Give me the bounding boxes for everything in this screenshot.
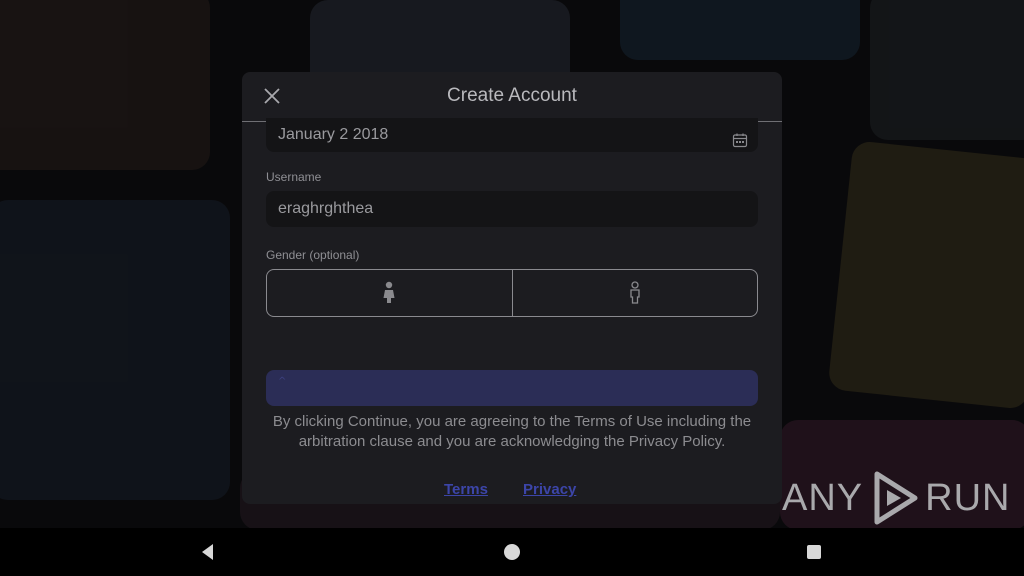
play-logo-icon: [874, 471, 918, 525]
continue-button-label: ^: [278, 376, 287, 387]
back-icon[interactable]: [196, 540, 220, 564]
gender-male-button[interactable]: [511, 270, 758, 316]
watermark-text-right: RUN: [925, 476, 1011, 519]
legal-disclaimer: By clicking Continue, you are agreeing t…: [272, 413, 752, 450]
android-navigation-bar: [0, 528, 1024, 576]
calendar-icon[interactable]: [732, 127, 748, 148]
modal-header: Create Account: [242, 72, 782, 122]
female-icon: [383, 281, 395, 303]
birthday-value: January 2 2018: [278, 126, 389, 143]
terms-link[interactable]: Terms: [444, 481, 488, 498]
legal-links: Terms Privacy: [242, 481, 782, 503]
username-field[interactable]: eraghrghthea: [266, 191, 758, 227]
anyrun-watermark: ANY RUN: [782, 468, 1010, 528]
privacy-link[interactable]: Privacy: [523, 481, 576, 498]
gender-selector: [266, 269, 758, 317]
create-account-modal: Create Account January 2 2018 Username e…: [242, 72, 782, 504]
home-icon[interactable]: [500, 540, 524, 564]
username-label: Username: [266, 170, 322, 184]
gender-label: Gender (optional): [266, 248, 360, 262]
recents-icon[interactable]: [802, 540, 826, 564]
male-icon: [630, 281, 640, 304]
watermark-text-left: ANY: [782, 476, 864, 519]
modal-title: Create Account: [447, 85, 577, 106]
continue-button[interactable]: ^: [266, 370, 758, 406]
gender-female-button[interactable]: [267, 270, 512, 316]
birthday-field[interactable]: January 2 2018: [266, 118, 758, 152]
